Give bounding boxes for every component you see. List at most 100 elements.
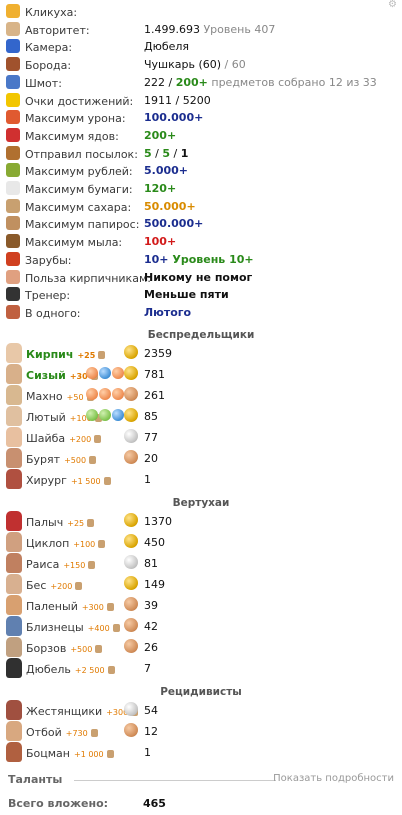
beard-icon	[6, 57, 20, 72]
rank-coin-icon	[124, 723, 138, 737]
fist-icon	[112, 624, 120, 632]
member-row[interactable]: Дюбель +2 500 7	[6, 658, 396, 680]
stat-label: Тренер:	[25, 289, 71, 303]
member-row[interactable]: Бурят +500 20	[6, 448, 396, 470]
member-row[interactable]: Паленый +300 39	[6, 595, 396, 617]
member-row[interactable]: Боцман +1 000 1	[6, 742, 396, 764]
stat-value: Лютого	[144, 306, 191, 319]
ball-icon	[112, 409, 124, 421]
stat-row: Авторитет: 1.499.693 Уровень 407	[6, 21, 396, 39]
member-bonus: +200	[50, 582, 73, 591]
avatar	[6, 721, 22, 741]
stat-value-part: 500.000+	[144, 217, 204, 231]
parcel-icon	[6, 145, 20, 160]
member-score: 261	[144, 389, 165, 402]
member-name-text: Борзов	[26, 642, 67, 655]
member-score: 81	[144, 557, 158, 570]
member-score: 1370	[144, 515, 172, 528]
stat-value: 1911 / 5200	[144, 94, 211, 107]
member-name-text: Паленый	[26, 600, 78, 613]
soap-icon	[6, 234, 20, 249]
member-row[interactable]: Бес +200 149	[6, 574, 396, 596]
member-name-text: Палыч	[26, 516, 64, 529]
stat-value: 5.000+	[144, 164, 188, 177]
stat-value-part: 1.499.693	[144, 22, 200, 36]
member-bonus: +25	[67, 519, 85, 528]
stat-value-part: /	[151, 146, 163, 160]
member-row[interactable]: Раиса +150 81	[6, 553, 396, 575]
member-name: Хирург +1 500	[26, 474, 111, 487]
member-row[interactable]: Хирург +1 500 1	[6, 469, 396, 491]
avatar	[6, 427, 22, 447]
member-row[interactable]: Кирпич +25 2359	[6, 343, 396, 365]
avatar	[6, 532, 22, 552]
member-row[interactable]: Махно +50 261	[6, 385, 396, 407]
stat-value-part: Уровень 407	[199, 22, 276, 36]
member-row[interactable]: Палыч +25 1370	[6, 511, 396, 533]
crossed-swords-icon	[6, 251, 20, 266]
member-row[interactable]: Борзов +500 26	[6, 637, 396, 659]
member-name: Раиса +150	[26, 558, 96, 571]
member-score: 54	[144, 704, 158, 717]
member-name-text: Боцман	[26, 747, 70, 760]
stat-value-part: 100.000+	[144, 111, 204, 125]
house-icon	[6, 39, 20, 54]
member-name: Махно +50	[26, 390, 94, 403]
stat-value: 10+ Уровень 10+	[144, 253, 254, 266]
avatar	[6, 637, 22, 657]
ball-icon	[99, 409, 111, 421]
stat-label: Отправил посылок:	[25, 147, 138, 161]
member-name-text: Жестянщики	[26, 705, 103, 718]
avatar	[6, 700, 22, 720]
stat-row: Борода: Чушкарь (60) / 60	[6, 56, 396, 74]
stat-label: Очки достижений:	[25, 94, 134, 108]
member-score: 20	[144, 452, 158, 465]
avatar	[6, 616, 22, 636]
member-row[interactable]: Лютый +100 85	[6, 406, 396, 428]
avatar	[6, 742, 22, 762]
stat-value-part: Меньше пяти	[144, 288, 229, 302]
rank-coin-icon	[124, 597, 138, 611]
member-bonus: +2 500	[74, 666, 105, 675]
total-label: Всего вложено:	[8, 797, 109, 810]
stat-row: Максимум ядов: 200+	[6, 127, 396, 145]
member-row[interactable]: Шайба +200 77	[6, 427, 396, 449]
damage-icon	[6, 110, 20, 125]
stat-label: Камера:	[25, 41, 73, 55]
member-row[interactable]: Сизый +30 781	[6, 364, 396, 386]
member-name: Паленый +300	[26, 600, 114, 613]
star-icon	[6, 92, 20, 107]
avatar	[6, 574, 22, 594]
stat-row: Максимум сахара: 50.000+	[6, 198, 396, 216]
stat-value-part: 100+	[144, 235, 177, 249]
ball-icon	[86, 388, 98, 400]
stat-label: Борода:	[25, 59, 72, 73]
avatar	[6, 553, 22, 573]
member-score: 1	[144, 746, 151, 759]
stat-row: В одного: Лютого	[6, 304, 396, 322]
member-row[interactable]: Отбой +730 12	[6, 721, 396, 743]
show-details-link[interactable]: Показать подробности	[273, 773, 394, 784]
stat-label: Максимум бумаги:	[25, 183, 133, 196]
stat-row: Зарубы: 10+ Уровень 10+	[6, 251, 396, 269]
member-name: Палыч +25	[26, 516, 95, 529]
ruble-icon	[6, 163, 20, 178]
fist-icon	[94, 435, 102, 443]
member-row[interactable]: Близнецы +400 42	[6, 616, 396, 638]
member-score: 781	[144, 368, 165, 381]
member-row[interactable]: Жестянщики +300 54	[6, 700, 396, 722]
total-invested: Всего вложено: 465	[8, 797, 394, 813]
stat-value-part: 5	[144, 146, 152, 160]
stat-value-part: /	[165, 75, 176, 89]
member-name: Жестянщики +300	[26, 705, 139, 718]
member-bonus: +30	[69, 372, 88, 381]
member-name-text: Циклоп	[26, 537, 70, 550]
member-score: 2359	[144, 347, 172, 360]
fist-icon	[89, 456, 97, 464]
member-row[interactable]: Циклоп +100 450	[6, 532, 396, 554]
member-name: Кирпич +25	[26, 348, 106, 361]
member-bonus: +200	[69, 435, 92, 444]
member-bonus: +150	[63, 561, 86, 570]
stat-value-part: 1	[180, 146, 189, 160]
rank-coin-icon	[124, 534, 138, 548]
